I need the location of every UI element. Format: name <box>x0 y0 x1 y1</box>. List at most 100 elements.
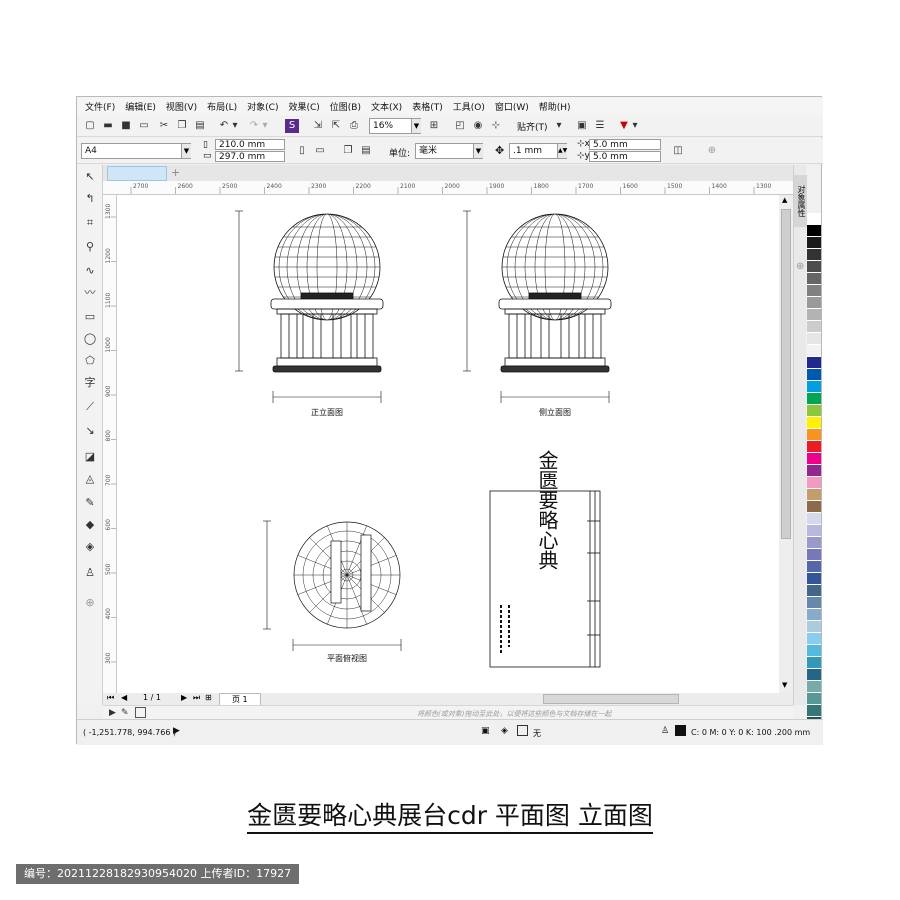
landscape-icon[interactable]: ▭ <box>313 144 327 158</box>
palette-eyedropper-icon[interactable]: ✎ <box>121 708 129 718</box>
page-size-dropdown-icon[interactable]: ▼ <box>181 144 191 158</box>
show-grid-icon[interactable]: ◉ <box>471 119 485 133</box>
menu-layout[interactable]: 布局(L) <box>207 100 237 113</box>
snap-to-menu[interactable]: 贴齐(T) <box>517 120 548 133</box>
redo-dropdown-icon[interactable]: ▾ <box>261 119 269 133</box>
document-tab[interactable] <box>107 166 167 181</box>
palette-swatch[interactable] <box>807 213 821 225</box>
palette-swatch[interactable] <box>807 609 821 621</box>
status-expand-icon[interactable]: ▶ <box>173 726 180 736</box>
pick-tool-icon[interactable]: ↖ <box>82 169 98 185</box>
copy-icon[interactable]: ❐ <box>175 119 189 133</box>
menu-tools[interactable]: 工具(O) <box>453 100 485 113</box>
palette-swatch[interactable] <box>807 297 821 309</box>
connector-tool-icon[interactable]: ↘ <box>82 423 98 439</box>
all-pages-icon[interactable]: ❐ <box>341 144 355 158</box>
outline-pen-status-icon[interactable]: ♙ <box>661 726 669 736</box>
nudge-spinner-icon[interactable]: ▲▼ <box>557 144 567 158</box>
palette-swatch[interactable] <box>807 237 821 249</box>
palette-swatch[interactable] <box>807 405 821 417</box>
palette-swatch[interactable] <box>807 273 821 285</box>
palette-swatch[interactable] <box>807 681 821 693</box>
polygon-tool-icon[interactable]: ⬠ <box>82 353 98 369</box>
palette-swatch[interactable] <box>807 573 821 585</box>
menu-text[interactable]: 文本(X) <box>371 100 402 113</box>
unit-dropdown-icon[interactable]: ▼ <box>473 144 483 158</box>
redo-icon[interactable]: ↷ <box>247 119 261 133</box>
duplicate-y-field[interactable]: 5.0 mm <box>589 151 661 162</box>
search-content-icon[interactable]: S <box>285 119 299 133</box>
no-color-swatch[interactable] <box>135 707 146 718</box>
palette-swatch[interactable] <box>807 537 821 549</box>
palette-swatch[interactable] <box>807 369 821 381</box>
rectangle-tool-icon[interactable]: ▭ <box>82 309 98 325</box>
palette-swatch[interactable] <box>807 429 821 441</box>
palette-swatch[interactable] <box>807 633 821 645</box>
smart-fill-icon[interactable]: ◈ <box>82 539 98 555</box>
publish-pdf-icon[interactable]: ⎙ <box>347 119 361 133</box>
menu-file[interactable]: 文件(F) <box>85 100 115 113</box>
last-page-icon[interactable]: ⏭ <box>193 693 200 703</box>
launcher-dropdown-icon[interactable]: ▾ <box>631 119 639 133</box>
page-width-field[interactable]: 210.0 mm <box>215 139 285 150</box>
palette-swatch[interactable] <box>807 705 821 717</box>
drawing-canvas[interactable]: 正立面图 侧立面图 平面俯视图 金匮要略心典 <box>117 195 779 693</box>
zoom-dropdown-icon[interactable]: ▼ <box>411 119 421 133</box>
full-screen-icon[interactable]: ⊞ <box>427 119 441 133</box>
undo-icon[interactable]: ↶ <box>217 119 231 133</box>
palette-swatch[interactable] <box>807 585 821 597</box>
print-icon[interactable]: ▭ <box>137 119 151 133</box>
menu-help[interactable]: 帮助(H) <box>539 100 571 113</box>
first-page-icon[interactable]: ⏮ <box>107 693 114 703</box>
vertical-scroll-thumb[interactable] <box>781 209 791 539</box>
palette-swatch[interactable] <box>807 321 821 333</box>
palette-swatch[interactable] <box>807 417 821 429</box>
palette-swatch[interactable] <box>807 621 821 633</box>
crop-tool-icon[interactable]: ⌗ <box>82 215 98 231</box>
front-elevation-drawing[interactable] <box>235 210 384 403</box>
welcome-screen-icon[interactable]: ▣ <box>575 119 589 133</box>
next-page-icon[interactable]: ▶ <box>181 693 187 702</box>
cut-icon[interactable]: ✂ <box>157 119 171 133</box>
artistic-media-icon[interactable]: 〰 <box>82 285 98 301</box>
palette-swatch[interactable] <box>807 333 821 345</box>
scroll-up-icon[interactable]: ▲ <box>782 196 787 204</box>
horizontal-ruler[interactable]: 2700 2600 2500 2400 2300 2200 2100 2000 1900 1800… <box>103 181 793 195</box>
add-docker-icon[interactable]: ⊕ <box>796 261 804 272</box>
menu-window[interactable]: 窗口(W) <box>495 100 529 113</box>
palette-swatch[interactable] <box>807 285 821 297</box>
zoom-tool-icon[interactable]: ⚲ <box>82 239 98 255</box>
palette-swatch[interactable] <box>807 657 821 669</box>
menu-bitmaps[interactable]: 位图(B) <box>330 100 361 113</box>
show-rulers-icon[interactable]: ◰ <box>453 119 467 133</box>
save-icon[interactable]: ■ <box>119 119 133 133</box>
palette-swatch[interactable] <box>807 453 821 465</box>
palette-swatch[interactable] <box>807 549 821 561</box>
drop-shadow-icon[interactable]: ◪ <box>82 449 98 465</box>
duplicate-x-field[interactable]: 5.0 mm <box>589 139 661 150</box>
transparency-icon[interactable]: ◬ <box>82 471 98 487</box>
docker-tab-object-properties[interactable]: 对象属性 <box>794 175 807 227</box>
parallel-dimension-icon[interactable]: ⟋ <box>82 399 98 415</box>
new-tab-icon[interactable]: + <box>171 166 180 179</box>
freehand-tool-icon[interactable]: ∿ <box>82 263 98 279</box>
palette-swatch[interactable] <box>807 489 821 501</box>
palette-swatch[interactable] <box>807 525 821 537</box>
palette-swatch[interactable] <box>807 345 821 357</box>
add-tool-icon[interactable]: ⊕ <box>82 595 98 611</box>
palette-swatch[interactable] <box>807 249 821 261</box>
page-height-field[interactable]: 297.0 mm <box>215 151 285 162</box>
open-icon[interactable]: ▬ <box>101 119 115 133</box>
palette-swatch[interactable] <box>807 225 821 237</box>
horizontal-scroll-thumb[interactable] <box>543 694 679 704</box>
export-icon[interactable]: ⇱ <box>329 119 343 133</box>
palette-swatch[interactable] <box>807 441 821 453</box>
palette-swatch[interactable] <box>807 261 821 273</box>
ellipse-tool-icon[interactable]: ◯ <box>82 331 98 347</box>
menu-object[interactable]: 对象(C) <box>247 100 278 113</box>
text-tool-icon[interactable]: 字 <box>82 375 98 391</box>
palette-play-icon[interactable]: ▶ <box>109 708 116 718</box>
plan-view-drawing[interactable] <box>263 520 402 651</box>
palette-swatch[interactable] <box>807 357 821 369</box>
portrait-icon[interactable]: ▯ <box>295 144 309 158</box>
